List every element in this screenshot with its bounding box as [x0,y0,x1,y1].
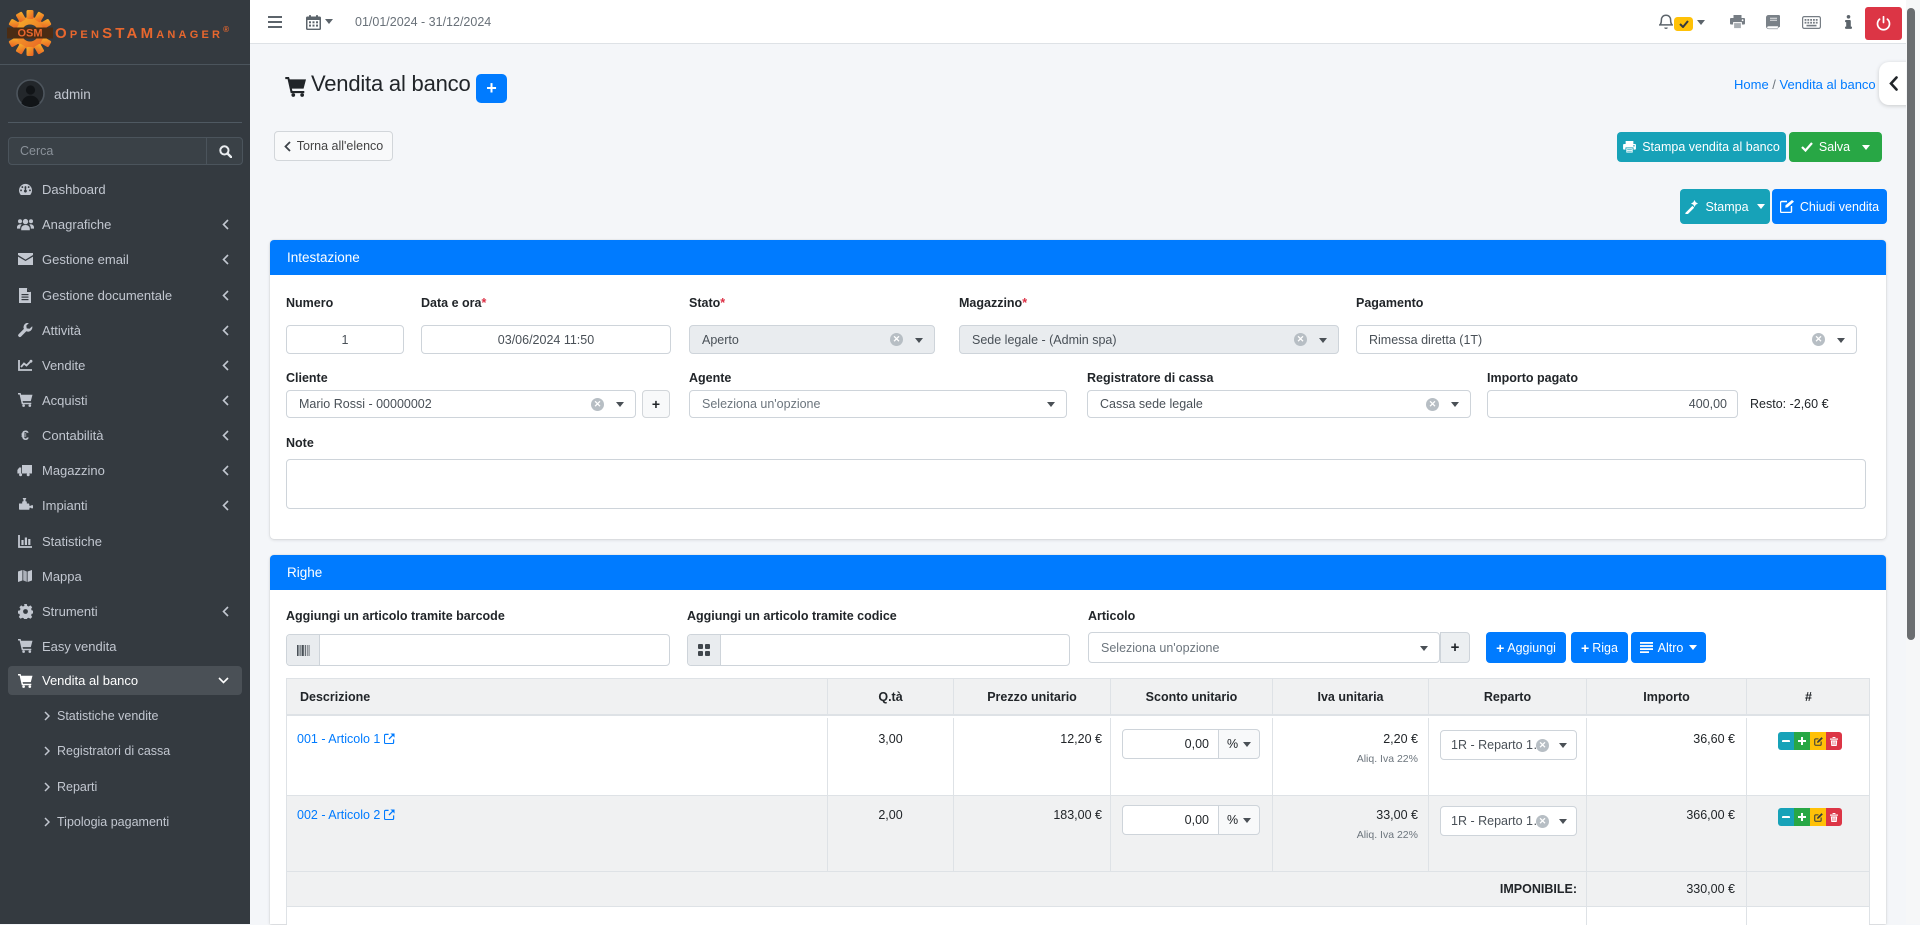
svg-text:OSM: OSM [17,28,42,40]
